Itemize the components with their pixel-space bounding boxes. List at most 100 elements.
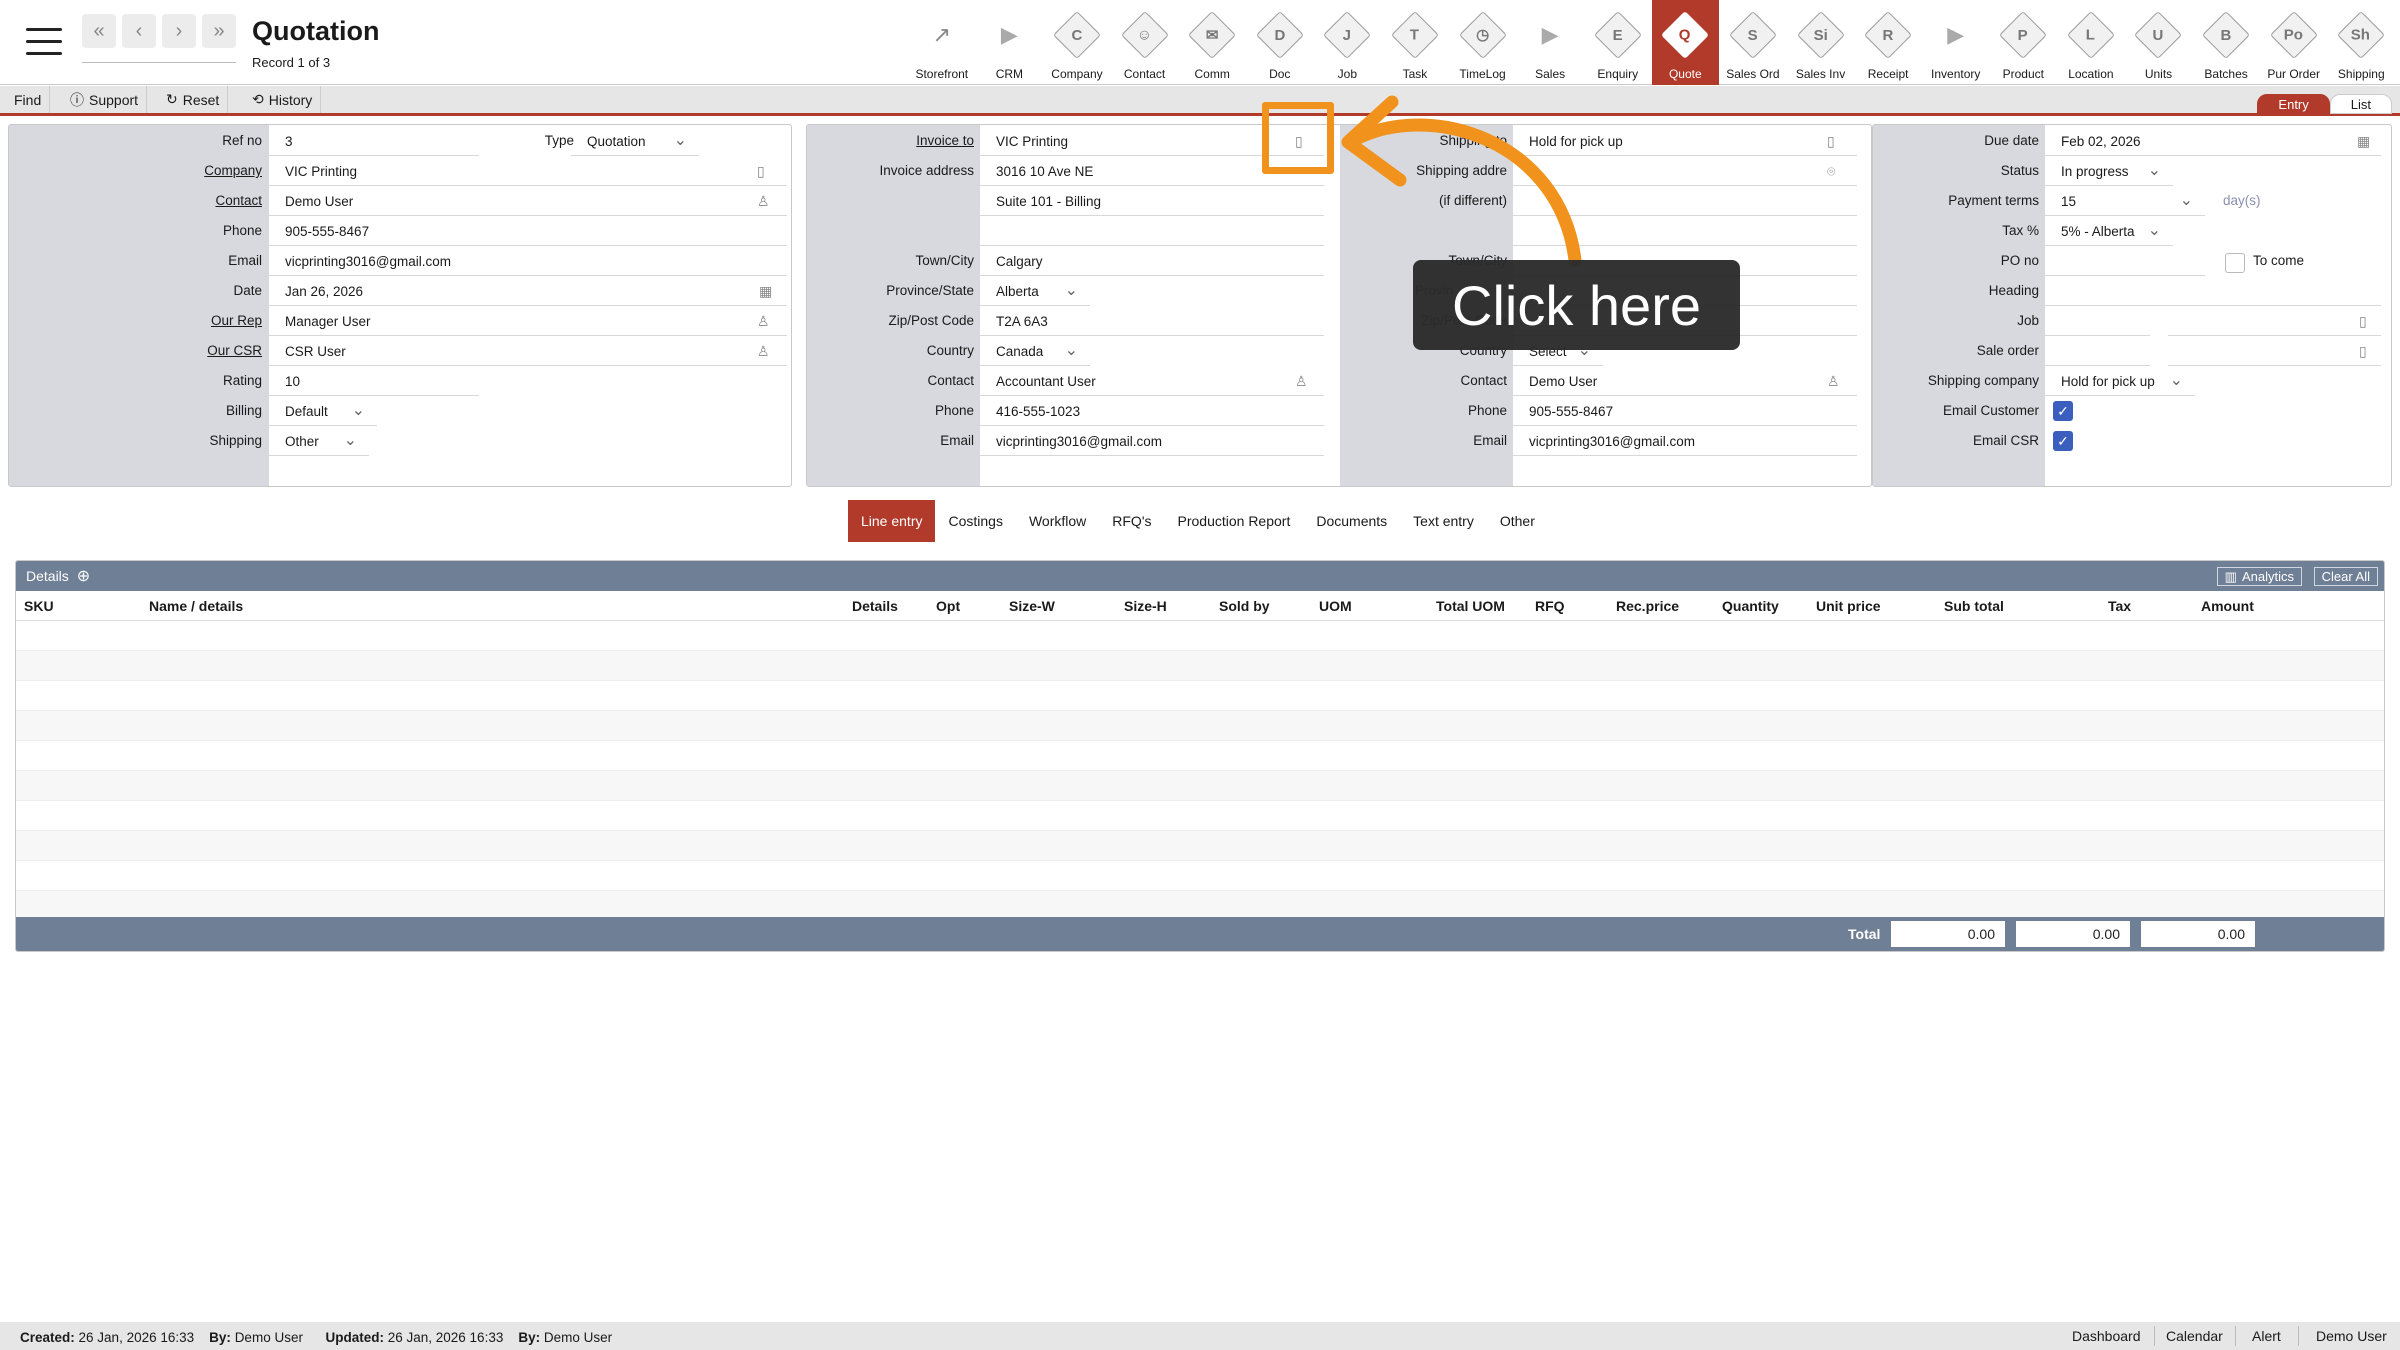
module-doc[interactable]: D Doc xyxy=(1246,0,1314,85)
person-icon[interactable]: ♙ xyxy=(757,193,770,210)
alert-link[interactable]: Alert xyxy=(2252,1328,2281,1344)
module-pur-order[interactable]: Po Pur Order xyxy=(2260,0,2328,85)
document-icon[interactable]: ▯ xyxy=(1827,133,1835,150)
csr-field[interactable]: CSR User xyxy=(269,340,787,366)
tab-workflow[interactable]: Workflow xyxy=(1016,500,1099,542)
table-row[interactable] xyxy=(16,681,2384,711)
module-units[interactable]: U Units xyxy=(2125,0,2193,85)
ship-contact-field[interactable]: Demo User xyxy=(1513,370,1857,396)
tab-list[interactable]: List xyxy=(2329,94,2392,114)
ship-email-field[interactable]: vicprinting3016@gmail.com xyxy=(1513,430,1857,456)
po-field[interactable] xyxy=(2045,250,2205,276)
module-sales[interactable]: ▶ Sales xyxy=(1516,0,1584,85)
invoice-address-line3[interactable] xyxy=(980,220,1324,246)
person-icon[interactable]: ♙ xyxy=(1295,373,1308,390)
module-company[interactable]: C Company xyxy=(1043,0,1111,85)
module-location[interactable]: L Location xyxy=(2057,0,2125,85)
dashboard-link[interactable]: Dashboard xyxy=(2072,1328,2141,1344)
column-header[interactable]: Total UOM xyxy=(1436,598,1505,614)
table-row[interactable] xyxy=(16,861,2384,891)
first-record-button[interactable]: « xyxy=(82,14,116,48)
analytics-button[interactable]: ▥ Analytics xyxy=(2216,567,2302,586)
invoice-email-field[interactable]: vicprinting3016@gmail.com xyxy=(980,430,1324,456)
module-batches[interactable]: B Batches xyxy=(2192,0,2260,85)
clear-all-button[interactable]: Clear All xyxy=(2313,567,2378,586)
module-storefront[interactable]: ↗ Storefront xyxy=(908,0,976,85)
history-button[interactable]: ⟲ History xyxy=(244,86,322,113)
zip-field[interactable]: T2A 6A3 xyxy=(980,310,1324,336)
province-select[interactable]: Alberta xyxy=(980,280,1090,306)
date-field[interactable]: Jan 26, 2026 xyxy=(269,280,787,306)
tab-other[interactable]: Other xyxy=(1487,500,1548,542)
invoice-address-line2[interactable]: Suite 101 - Billing xyxy=(980,190,1324,216)
person-icon[interactable]: ♙ xyxy=(757,343,770,360)
payment-terms-select[interactable]: 15 xyxy=(2045,190,2205,216)
column-header[interactable]: Sub total xyxy=(1944,598,2004,614)
ref-field[interactable]: 3 xyxy=(269,130,479,156)
add-circle-icon[interactable]: ⊕ xyxy=(77,566,90,586)
reset-button[interactable]: ↻ Reset xyxy=(158,86,229,113)
module-task[interactable]: T Task xyxy=(1381,0,1449,85)
module-enquiry[interactable]: E Enquiry xyxy=(1584,0,1652,85)
module-product[interactable]: P Product xyxy=(1990,0,2058,85)
column-header[interactable]: Amount xyxy=(2201,598,2254,614)
table-row[interactable] xyxy=(16,831,2384,861)
rep-label[interactable]: Our Rep xyxy=(9,313,262,328)
person-icon[interactable]: ♙ xyxy=(1827,373,1840,390)
billing-select[interactable]: Default xyxy=(269,400,377,426)
calendar-icon[interactable]: ▦ xyxy=(2357,133,2370,150)
tab-text-entry[interactable]: Text entry xyxy=(1400,500,1487,542)
column-header[interactable]: Details xyxy=(852,598,898,614)
column-header[interactable]: Opt xyxy=(936,598,960,614)
sale-order-field-a[interactable] xyxy=(2045,340,2150,366)
heading-field[interactable] xyxy=(2045,280,2381,306)
column-header[interactable]: Sold by xyxy=(1219,598,1270,614)
email-field[interactable]: vicprinting3016@gmail.com xyxy=(269,250,787,276)
calendar-icon[interactable]: ▦ xyxy=(759,283,772,300)
column-header[interactable]: Unit price xyxy=(1816,598,1881,614)
module-contact[interactable]: ☺ Contact xyxy=(1111,0,1179,85)
job-field-a[interactable] xyxy=(2045,310,2150,336)
sale-order-field-b[interactable] xyxy=(2168,340,2381,366)
phone-field[interactable]: 905-555-8467 xyxy=(269,220,787,246)
column-header[interactable]: Tax xyxy=(2108,598,2131,614)
email-customer-checkbox[interactable]: ✓ xyxy=(2053,401,2073,421)
table-row[interactable] xyxy=(16,741,2384,771)
contact-label[interactable]: Contact xyxy=(9,193,262,208)
module-quote[interactable]: Q Quote xyxy=(1651,0,1720,85)
module-sales-ord[interactable]: S Sales Ord xyxy=(1719,0,1787,85)
document-icon[interactable]: ▯ xyxy=(2359,343,2367,360)
document-icon[interactable]: ▯ xyxy=(757,163,765,180)
status-select[interactable]: In progress xyxy=(2045,160,2173,186)
shipping-select[interactable]: Other xyxy=(269,430,369,456)
table-row[interactable] xyxy=(16,621,2384,651)
invoice-to-label[interactable]: Invoice to xyxy=(807,133,974,148)
tab-costings[interactable]: Costings xyxy=(935,500,1015,542)
next-record-button[interactable]: › xyxy=(162,14,196,48)
email-csr-checkbox[interactable]: ✓ xyxy=(2053,431,2073,451)
table-row[interactable] xyxy=(16,711,2384,741)
column-header[interactable]: Rec.price xyxy=(1616,598,1679,614)
shipping-company-select[interactable]: Hold for pick up xyxy=(2045,370,2195,396)
due-date-field[interactable]: Feb 02, 2026 xyxy=(2045,130,2381,156)
town-field[interactable]: Calgary xyxy=(980,250,1324,276)
document-icon[interactable]: ▯ xyxy=(2359,313,2367,330)
column-header[interactable]: Size-H xyxy=(1124,598,1167,614)
find-button[interactable]: Find xyxy=(6,86,51,113)
module-sales-inv[interactable]: Si Sales Inv xyxy=(1787,0,1855,85)
module-crm[interactable]: ▶ CRM xyxy=(976,0,1044,85)
column-header[interactable]: Size-W xyxy=(1009,598,1055,614)
tab-production-report[interactable]: Production Report xyxy=(1165,500,1304,542)
prev-record-button[interactable]: ‹ xyxy=(122,14,156,48)
tab-line-entry[interactable]: Line entry xyxy=(848,500,936,542)
company-label[interactable]: Company xyxy=(9,163,262,178)
tab-rfq-s[interactable]: RFQ's xyxy=(1099,500,1164,542)
calendar-link[interactable]: Calendar xyxy=(2166,1328,2223,1344)
tab-documents[interactable]: Documents xyxy=(1303,500,1400,542)
module-inventory[interactable]: ▶ Inventory xyxy=(1922,0,1990,85)
column-header[interactable]: Quantity xyxy=(1722,598,1779,614)
person-icon[interactable]: ♙ xyxy=(757,313,770,330)
csr-label[interactable]: Our CSR xyxy=(9,343,262,358)
type-select[interactable]: Quotation xyxy=(571,130,699,156)
invoice-phone-field[interactable]: 416-555-1023 xyxy=(980,400,1324,426)
